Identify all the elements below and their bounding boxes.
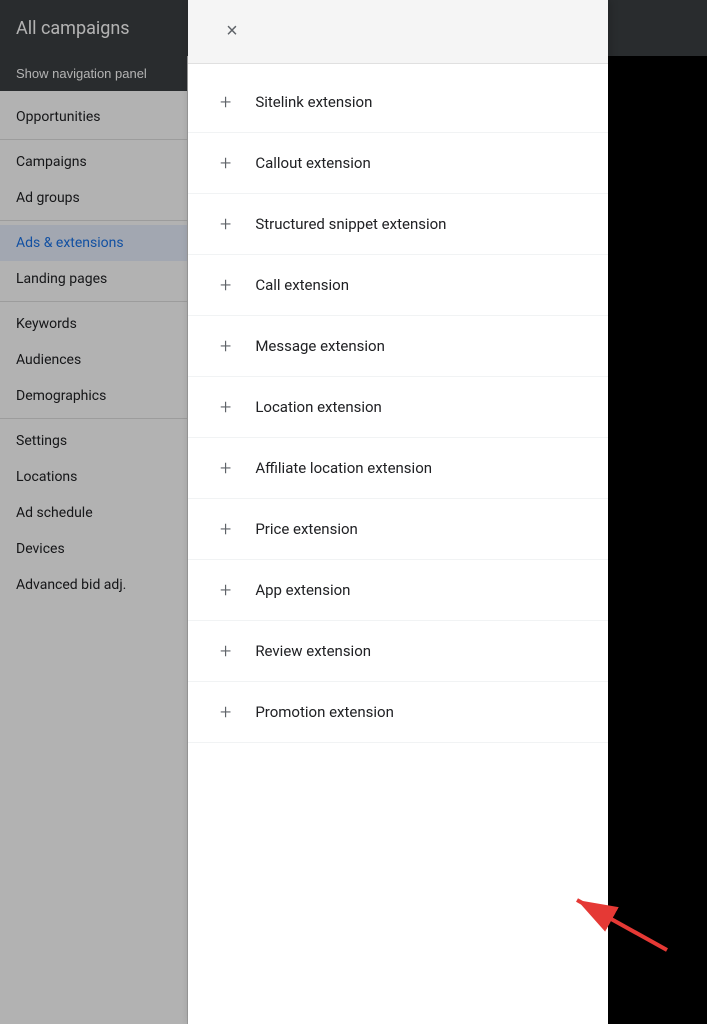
extension-item-price[interactable]: + Price extension [188,499,608,560]
plus-icon: + [220,153,231,173]
extension-label: Promotion extension [255,703,394,721]
extension-label: Price extension [255,520,358,538]
extension-list: + Sitelink extension + Callout extension… [188,64,608,751]
extension-item-location[interactable]: + Location extension [188,377,608,438]
plus-icon: + [220,641,231,661]
extension-label: Callout extension [255,154,370,172]
extension-item-call[interactable]: + Call extension [188,255,608,316]
plus-icon: + [220,580,231,600]
extension-item-app[interactable]: + App extension [188,560,608,621]
plus-icon: + [220,397,231,417]
panel-header: × [188,0,608,64]
extension-item-message[interactable]: + Message extension [188,316,608,377]
plus-icon: + [220,92,231,112]
extension-panel: × + Sitelink extension + Callout extensi… [188,0,608,1024]
extension-label: Call extension [255,276,349,294]
extension-label: Sitelink extension [255,93,372,111]
close-button[interactable]: × [212,12,252,52]
extension-item-promotion[interactable]: + Promotion extension [188,682,608,743]
extension-item-sitelink[interactable]: + Sitelink extension [188,72,608,133]
plus-icon: + [220,519,231,539]
close-icon: × [226,20,238,43]
extension-item-callout[interactable]: + Callout extension [188,133,608,194]
extension-label: Affiliate location extension [255,459,432,477]
plus-icon: + [220,336,231,356]
extension-label: Location extension [255,398,382,416]
plus-icon: + [220,458,231,478]
plus-icon: + [220,214,231,234]
plus-icon: + [220,702,231,722]
extension-label: Review extension [255,642,371,660]
extension-label: Message extension [255,337,385,355]
extension-item-structured-snippet[interactable]: + Structured snippet extension [188,194,608,255]
extension-item-affiliate-location[interactable]: + Affiliate location extension [188,438,608,499]
extension-item-review[interactable]: + Review extension [188,621,608,682]
extension-label: Structured snippet extension [255,215,446,233]
extension-label: App extension [255,581,350,599]
plus-icon: + [220,275,231,295]
